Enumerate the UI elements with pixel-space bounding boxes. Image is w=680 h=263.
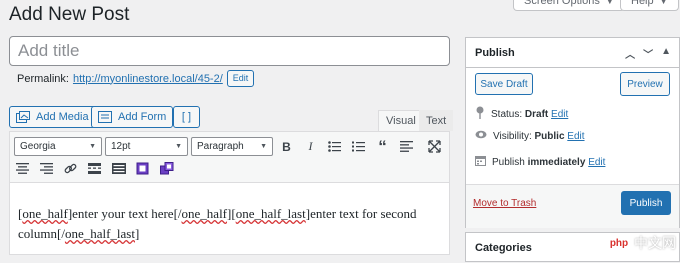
chevron-up-icon[interactable]: ︿ bbox=[625, 46, 635, 61]
publish-box-header: Publish ︿ ﹀ ▲ bbox=[466, 38, 679, 68]
toolbar-toggle-icon[interactable] bbox=[111, 161, 126, 176]
column-stack-icon[interactable] bbox=[159, 161, 174, 176]
save-draft-button[interactable]: Save Draft bbox=[475, 73, 533, 95]
publish-box-title: Publish bbox=[475, 46, 515, 59]
shortcode-text: one_half bbox=[22, 206, 68, 221]
format-value: Paragraph bbox=[197, 141, 244, 152]
dropdown-arrow-icon: ▼ bbox=[89, 143, 96, 150]
publish-box: Publish ︿ ﹀ ▲ Save Draft Preview Status:… bbox=[465, 37, 680, 228]
shortcode-text: one_half_last bbox=[235, 206, 306, 221]
font-family-select[interactable]: Georgia ▼ bbox=[14, 137, 102, 156]
publish-edit-link[interactable]: Edit bbox=[588, 157, 605, 168]
collapse-toggle-icon[interactable]: ▲ bbox=[661, 46, 671, 61]
content-text: ] bbox=[134, 226, 140, 241]
editor-toolbar: Georgia ▼ 12pt ▼ Paragraph ▼ B I “ bbox=[10, 132, 449, 183]
chevron-down-icon: ▼ bbox=[659, 0, 668, 6]
tab-text[interactable]: Text bbox=[419, 110, 454, 131]
watermark-text: 中文网 bbox=[634, 235, 676, 251]
media-icon bbox=[16, 111, 31, 123]
permalink-label: Permalink: bbox=[17, 72, 69, 85]
box-controls: ︿ ﹀ ▲ bbox=[625, 46, 671, 61]
add-media-label: Add Media bbox=[36, 111, 89, 123]
post-editor: Georgia ▼ 12pt ▼ Paragraph ▼ B I “ [one_… bbox=[9, 131, 450, 255]
bold-icon[interactable]: B bbox=[279, 139, 294, 154]
align-center-icon[interactable] bbox=[15, 161, 30, 176]
status-label: Status: bbox=[491, 108, 523, 120]
blockquote-icon[interactable]: “ bbox=[375, 137, 390, 156]
publish-value: immediately bbox=[527, 156, 586, 168]
status-value: Draft bbox=[524, 108, 549, 120]
publish-button[interactable]: Publish bbox=[621, 191, 671, 215]
fullscreen-icon[interactable] bbox=[427, 139, 442, 154]
watermark: php 中文网 bbox=[608, 233, 676, 253]
help-tab[interactable]: Help ▼ bbox=[620, 0, 679, 11]
numbered-list-icon[interactable] bbox=[351, 139, 366, 154]
publish-schedule-row: Publish immediately Edit bbox=[475, 155, 605, 169]
page-title: Add New Post bbox=[9, 4, 130, 25]
eye-icon bbox=[475, 130, 487, 142]
visibility-value: Public bbox=[534, 130, 565, 142]
pin-icon bbox=[475, 106, 485, 122]
font-size-value: 12pt bbox=[111, 141, 131, 152]
help-label: Help bbox=[631, 0, 654, 7]
tab-visual[interactable]: Visual bbox=[378, 110, 424, 131]
column-add-icon[interactable] bbox=[135, 161, 150, 176]
visibility-edit-link[interactable]: Edit bbox=[567, 131, 584, 142]
chevron-down-icon[interactable]: ﹀ bbox=[643, 46, 653, 61]
content-text: ][ bbox=[227, 206, 236, 221]
editor-content[interactable]: [one_half]enter your text here[/one_half… bbox=[18, 204, 443, 244]
more-tag-icon[interactable] bbox=[87, 161, 102, 176]
status-edit-link[interactable]: Edit bbox=[551, 109, 568, 120]
permalink-edit-button[interactable]: Edit bbox=[226, 70, 255, 87]
publish-label: Publish bbox=[492, 156, 525, 168]
categories-box-title: Categories bbox=[475, 242, 532, 254]
shortcode-text: one_half_last bbox=[64, 226, 135, 241]
align-left-icon[interactable] bbox=[399, 139, 414, 154]
add-form-button[interactable]: Add Form bbox=[91, 106, 174, 128]
chevron-down-icon: ▼ bbox=[605, 0, 614, 6]
form-icon bbox=[98, 111, 113, 123]
bullet-list-icon[interactable] bbox=[327, 139, 342, 154]
dropdown-arrow-icon: ▼ bbox=[175, 143, 182, 150]
screen-options-tab[interactable]: Screen Options ▼ bbox=[513, 0, 625, 11]
dropdown-arrow-icon: ▼ bbox=[260, 143, 267, 150]
shortcode-button[interactable]: [ ] bbox=[173, 106, 200, 128]
visibility-label: Visibility: bbox=[493, 130, 532, 142]
screen-options-label: Screen Options bbox=[524, 0, 600, 7]
shortcode-icon: [ ] bbox=[181, 111, 192, 123]
content-text: ]enter your text here[/ bbox=[67, 206, 182, 221]
link-icon[interactable] bbox=[63, 161, 78, 176]
format-select[interactable]: Paragraph ▼ bbox=[191, 137, 273, 156]
visibility-row: Visibility: Public Edit bbox=[475, 130, 585, 142]
post-title-input[interactable] bbox=[9, 36, 450, 66]
add-media-button[interactable]: Add Media bbox=[9, 106, 96, 128]
preview-button[interactable]: Preview bbox=[620, 72, 670, 96]
shortcode-text: one_half bbox=[181, 206, 228, 221]
permalink-link[interactable]: http://myonlinestore.local/45-2/ bbox=[73, 73, 223, 85]
italic-icon[interactable]: I bbox=[303, 139, 318, 154]
publish-actions: Move to Trash Publish bbox=[466, 184, 679, 228]
font-family-value: Georgia bbox=[20, 141, 56, 152]
add-form-label: Add Form bbox=[118, 111, 167, 123]
align-right-icon[interactable] bbox=[39, 161, 54, 176]
font-size-select[interactable]: 12pt ▼ bbox=[105, 137, 188, 156]
status-row: Status: Draft Edit bbox=[475, 106, 568, 122]
move-to-trash-link[interactable]: Move to Trash bbox=[473, 198, 536, 209]
watermark-logo: php bbox=[608, 235, 630, 251]
permalink-row: Permalink: http://myonlinestore.local/45… bbox=[17, 70, 255, 87]
calendar-icon bbox=[475, 155, 486, 169]
